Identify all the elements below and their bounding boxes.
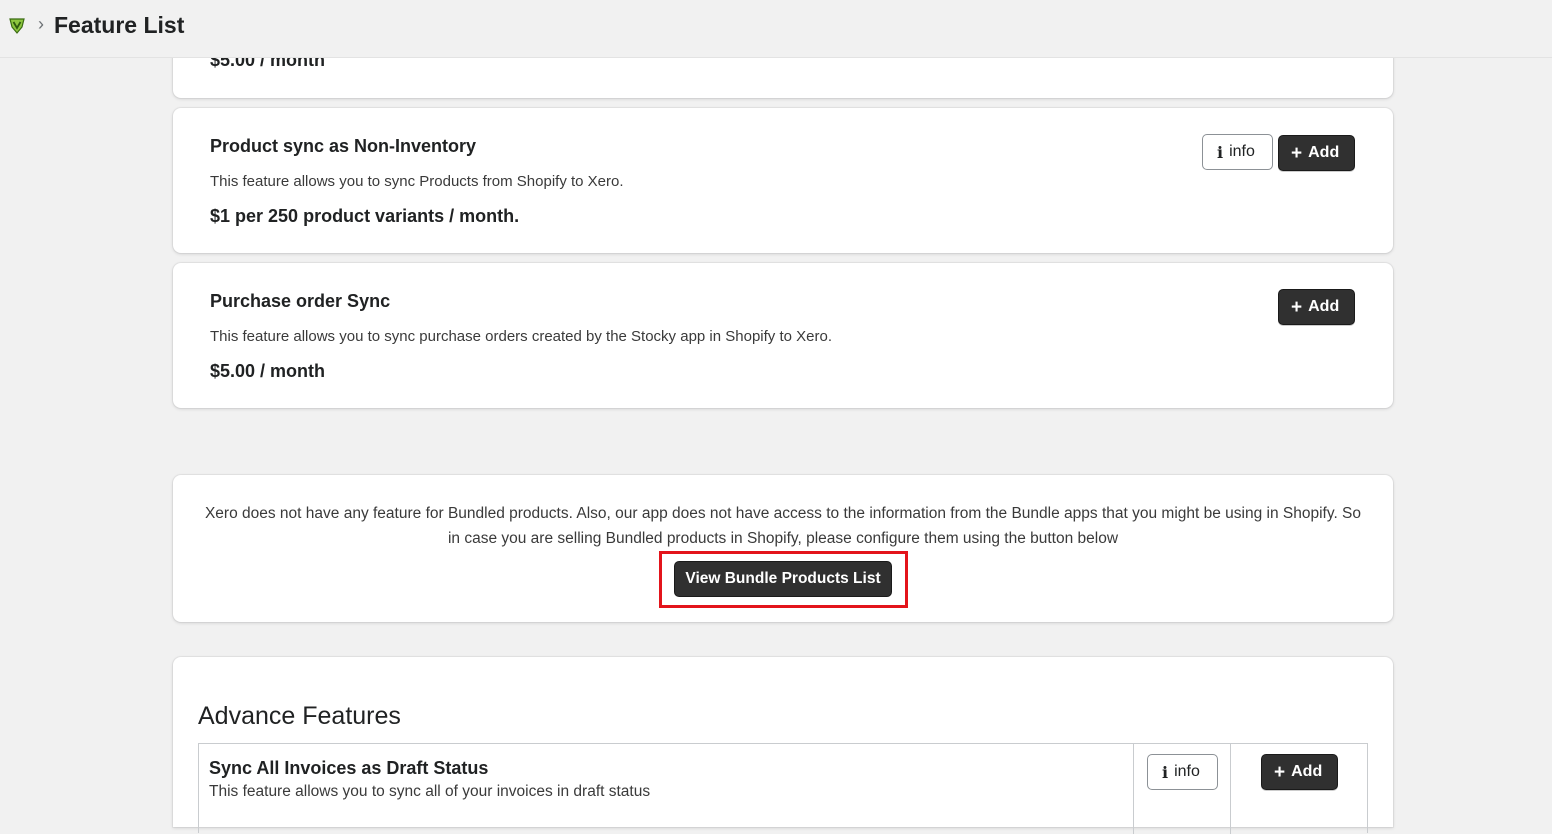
top-bar: › Feature List — [0, 0, 1552, 58]
feature-price: $1 per 250 product variants / month. — [210, 206, 520, 226]
section-heading: Advance Features — [198, 702, 401, 730]
add-button-label: Add — [1308, 144, 1340, 161]
feature-title: Product sync as Non-Inventory — [210, 136, 477, 156]
bundle-notice-text: Xero does not have any feature for Bundl… — [204, 505, 1362, 547]
add-button-label: Add — [1291, 763, 1323, 780]
view-bundle-products-button[interactable]: View Bundle Products List — [674, 561, 892, 597]
info-button[interactable]: i info — [1147, 754, 1218, 790]
feature-title: Purchase order Sync — [210, 291, 391, 311]
add-button[interactable]: + Add — [1261, 754, 1338, 790]
add-button[interactable]: + Add — [1278, 135, 1355, 171]
info-icon: i — [1217, 142, 1224, 162]
plus-icon: + — [1291, 296, 1303, 318]
info-button-label: info — [1174, 763, 1200, 780]
feature-description: This feature allows you to sync Products… — [210, 173, 624, 190]
breadcrumb-chevron-icon: › — [38, 14, 44, 34]
advance-features-card: Advance Features Sync All Invoices as Dr… — [173, 657, 1393, 834]
app-logo-icon[interactable] — [8, 17, 26, 35]
feature-description: This feature allows you to sync purchase… — [210, 328, 832, 345]
info-icon: i — [1162, 762, 1169, 782]
feature-description: This feature allows you to sync all of y… — [209, 783, 651, 800]
feature-price: $5.00 / month — [210, 361, 326, 381]
feature-card-product-sync: Product sync as Non-Inventory This featu… — [173, 108, 1393, 253]
plus-icon: + — [1291, 142, 1303, 164]
bundle-notice-card: Xero does not have any feature for Bundl… — [173, 475, 1393, 622]
plus-icon: + — [1274, 761, 1286, 783]
add-button-label: Add — [1308, 298, 1340, 315]
info-button-label: info — [1229, 143, 1255, 160]
table-cell-info: i info — [1134, 744, 1231, 834]
feature-title: Sync All Invoices as Draft Status — [209, 758, 489, 778]
feature-card-purchase-order-sync: Purchase order Sync This feature allows … — [173, 263, 1393, 408]
advance-features-table: Sync All Invoices as Draft Status This f… — [198, 743, 1368, 834]
page-title: Feature List — [54, 12, 185, 38]
table-row: Sync All Invoices as Draft Status This f… — [199, 744, 1134, 834]
info-button[interactable]: i info — [1202, 134, 1273, 170]
add-button[interactable]: + Add — [1278, 289, 1355, 325]
